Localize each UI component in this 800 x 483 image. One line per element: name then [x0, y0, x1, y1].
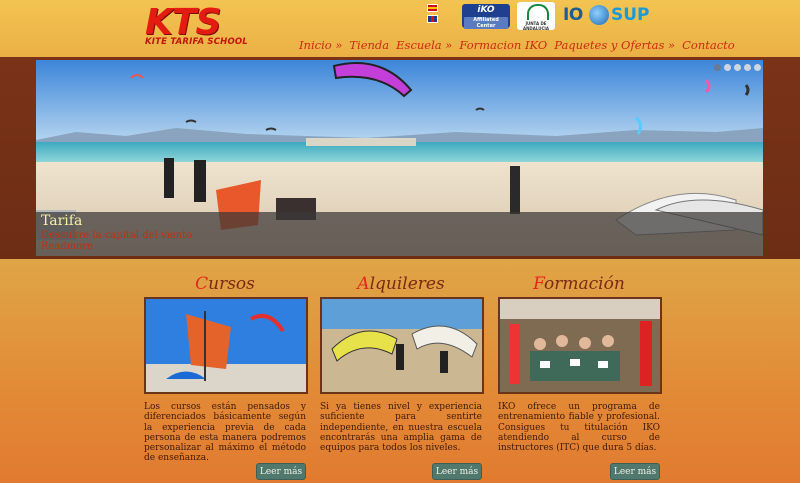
- sup-badge-text[interactable]: SUP: [611, 5, 650, 25]
- nav-item-tienda[interactable]: Tienda: [349, 37, 389, 53]
- junta-andalucia-badge[interactable]: JUNTA DE ANDALUCIA: [517, 2, 555, 31]
- cursos-thumbnail[interactable]: [144, 297, 308, 394]
- iko-badge-title: iKO: [477, 5, 495, 15]
- title-initial: C: [195, 274, 209, 294]
- iko-badge-subtitle: Affiliated Center: [464, 17, 508, 29]
- formacion-description: IKO ofrece un programa de entrenamiento …: [498, 402, 660, 454]
- alquileres-leer-mas-button[interactable]: Leer más: [432, 463, 482, 480]
- nav-item-escuela[interactable]: Escuela »: [396, 37, 452, 53]
- alquileres-description: Si ya tienes nivel y experiencia suficie…: [320, 402, 482, 454]
- nav-item-inicio[interactable]: Inicio »: [299, 37, 342, 53]
- junta-arch-icon: [527, 4, 549, 20]
- slider-caption-description: Descubre la capital del viento: [41, 230, 193, 241]
- title-rest: lquileres: [369, 274, 445, 294]
- nav-item-contacto[interactable]: Contacto: [682, 37, 735, 53]
- title-rest: ursos: [208, 274, 255, 294]
- main-nav: Inicio » Tienda Escuela » Formacion IKO …: [299, 37, 735, 53]
- slider-dot-1[interactable]: [714, 64, 721, 71]
- junta-badge-text: JUNTA DE ANDALUCIA: [522, 21, 550, 31]
- column-title: Formación: [498, 274, 660, 294]
- site-logo[interactable]: KTS KITE TARIFA SCHOOL: [145, 2, 257, 48]
- formacion-photo: [500, 299, 660, 392]
- cursos-description: Los cursos están pensados y diferenciado…: [144, 402, 306, 464]
- globe-icon: [589, 5, 609, 25]
- formacion-leer-mas-button[interactable]: Leer más: [610, 463, 660, 480]
- slider-dot-3[interactable]: [734, 64, 741, 71]
- slider-pagination: [714, 64, 761, 71]
- title-initial: A: [357, 274, 370, 294]
- site-header: KTS KITE TARIFA SCHOOL iKO Affiliated Ce…: [0, 0, 800, 57]
- slider-caption: Tarifa Descubre la capital del viento Re…: [36, 212, 763, 256]
- title-initial: F: [533, 274, 545, 294]
- logo-tagline: KITE TARIFA SCHOOL: [145, 37, 248, 47]
- slider-caption-title: Tarifa: [41, 213, 83, 229]
- title-rest: ormación: [544, 274, 625, 294]
- alquileres-thumbnail[interactable]: [320, 297, 484, 394]
- cursos-photo: [146, 299, 306, 392]
- nav-item-paquetes[interactable]: Paquetes y Ofertas »: [554, 37, 675, 53]
- cursos-leer-mas-button[interactable]: Leer más: [256, 463, 306, 480]
- io-badge-text[interactable]: IO: [563, 5, 583, 25]
- formacion-thumbnail[interactable]: [498, 297, 662, 394]
- es-flag-icon[interactable]: [427, 4, 438, 12]
- nav-item-formacion-iko[interactable]: Formacion IKO: [459, 37, 547, 53]
- uk-flag-icon[interactable]: [427, 15, 438, 23]
- column-title: Cursos: [144, 274, 306, 294]
- slider-dot-5[interactable]: [754, 64, 761, 71]
- slider-readmore-link[interactable]: Readmore: [41, 241, 93, 252]
- slider-dot-2[interactable]: [724, 64, 731, 71]
- slider-dot-4[interactable]: [744, 64, 751, 71]
- hero-slider[interactable]: Tarifa Descubre la capital del viento Re…: [36, 60, 763, 256]
- iko-affiliated-badge[interactable]: iKO Affiliated Center: [462, 4, 510, 29]
- column-title: Alquileres: [320, 274, 482, 294]
- alquileres-photo: [322, 299, 482, 392]
- content-area: Cursos Los cursos están pensados y difer…: [0, 259, 800, 483]
